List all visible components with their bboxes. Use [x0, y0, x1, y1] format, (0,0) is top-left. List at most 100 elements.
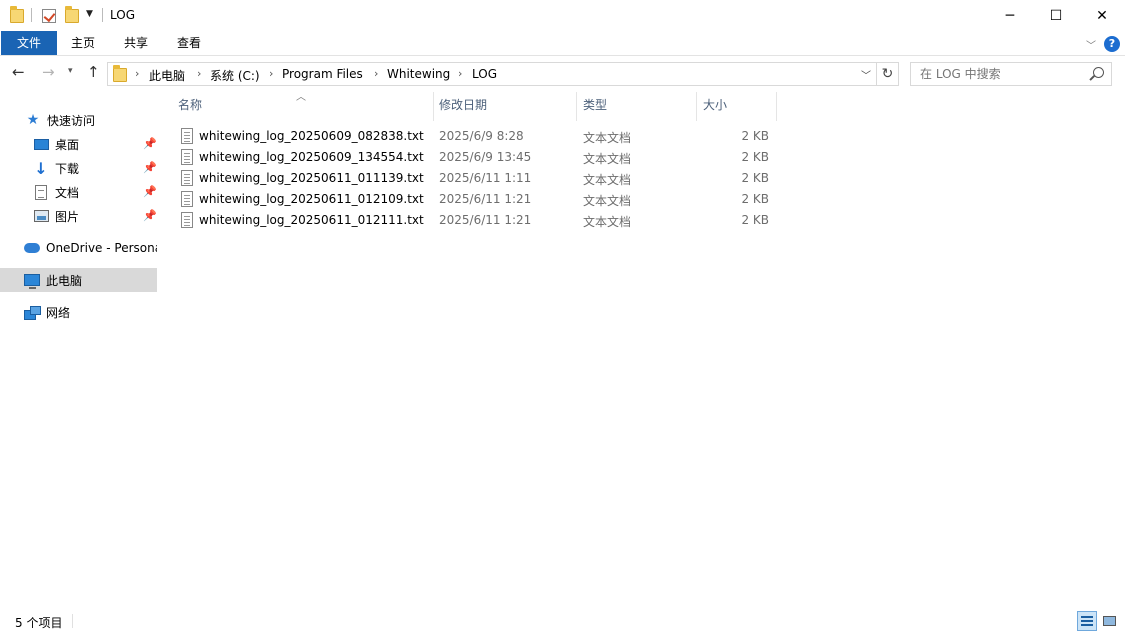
column-header-name[interactable]: 名称 — [171, 90, 433, 121]
customize-toolbar-icon[interactable]: ▼ — [86, 9, 93, 19]
text-file-icon — [181, 212, 193, 228]
table-row[interactable]: whitewing_log_20250609_134554.txt 2025/6… — [177, 147, 777, 168]
table-row[interactable]: whitewing_log_20250611_011139.txt 2025/6… — [177, 168, 777, 189]
file-type: 文本文档 — [583, 215, 632, 229]
sidebar-item-label: 图片 — [55, 209, 80, 224]
recent-locations-icon[interactable]: ▾ — [68, 66, 73, 76]
breadcrumb-system-c[interactable]: 系统 (C:) — [210, 67, 260, 84]
pin-icon[interactable]: 📌 — [143, 161, 157, 174]
file-size: 2 KB — [741, 129, 769, 143]
new-folder-icon[interactable] — [65, 6, 79, 26]
search-input[interactable] — [911, 63, 1087, 85]
window-title: LOG — [110, 8, 136, 22]
expand-ribbon-icon[interactable]: ﹀ — [1086, 37, 1096, 52]
address-bar[interactable]: › 此电脑 › 系统 (C:) › Program Files › Whitew… — [107, 62, 877, 86]
sidebar-item-label: 下载 — [55, 161, 80, 176]
sidebar-item-onedrive[interactable]: OneDrive - Personal — [0, 236, 157, 260]
table-row[interactable]: whitewing_log_20250611_012109.txt 2025/6… — [177, 189, 777, 210]
column-header-size[interactable]: 大小 — [696, 90, 776, 121]
chevron-right-icon[interactable]: › — [374, 67, 378, 80]
divider — [31, 8, 32, 22]
text-file-icon — [181, 149, 193, 165]
details-view-button[interactable] — [1077, 611, 1097, 631]
close-button[interactable]: ✕ — [1079, 0, 1125, 31]
file-size: 2 KB — [741, 213, 769, 227]
ribbon: 文件 主页 共享 查看 ﹀ ? — [0, 31, 1125, 56]
tab-file[interactable]: 文件 — [1, 31, 57, 55]
star-icon: ★ — [26, 112, 40, 128]
pin-icon[interactable]: 📌 — [143, 185, 157, 198]
file-type: 文本文档 — [583, 131, 632, 145]
table-row[interactable]: whitewing_log_20250611_012111.txt 2025/6… — [177, 210, 777, 231]
file-size: 2 KB — [741, 171, 769, 185]
breadcrumb-log[interactable]: LOG — [472, 67, 497, 81]
search-icon[interactable] — [1093, 67, 1104, 78]
picture-icon — [33, 208, 49, 224]
download-icon: ↓ — [34, 158, 48, 178]
status-bar: 5 个项目 — [0, 606, 1125, 634]
file-date: 2025/6/11 1:21 — [439, 213, 532, 227]
file-name[interactable]: whitewing_log_20250609_134554.txt — [199, 150, 424, 164]
help-icon[interactable]: ? — [1104, 36, 1120, 52]
sidebar-item-label: 此电脑 — [46, 273, 83, 288]
file-date: 2025/6/9 8:28 — [439, 129, 524, 143]
file-name[interactable]: whitewing_log_20250611_012111.txt — [199, 213, 424, 227]
forward-button[interactable]: → — [42, 63, 55, 81]
chevron-right-icon[interactable]: › — [458, 67, 462, 80]
divider — [102, 8, 103, 22]
file-size: 2 KB — [741, 192, 769, 206]
tab-share[interactable]: 共享 — [113, 31, 159, 55]
large-icons-view-icon — [1103, 616, 1116, 626]
file-type: 文本文档 — [583, 152, 632, 166]
up-button[interactable]: ↑ — [87, 63, 100, 81]
refresh-button[interactable]: ↻ — [877, 62, 899, 86]
sidebar-item-label: 桌面 — [55, 137, 80, 152]
sidebar-item-network[interactable]: 网络 — [0, 300, 157, 324]
computer-icon — [24, 272, 40, 289]
chevron-right-icon[interactable]: › — [269, 67, 273, 80]
desktop-icon — [33, 136, 49, 152]
tab-home[interactable]: 主页 — [60, 31, 106, 55]
sidebar-item-this-pc[interactable]: 此电脑 — [0, 268, 157, 292]
file-name[interactable]: whitewing_log_20250609_082838.txt — [199, 129, 424, 143]
search-box[interactable] — [910, 62, 1112, 86]
file-type: 文本文档 — [583, 194, 632, 208]
text-file-icon — [181, 170, 193, 186]
pin-icon[interactable]: 📌 — [143, 137, 157, 150]
text-file-icon — [181, 191, 193, 207]
divider — [72, 614, 73, 628]
sidebar-item-label: 文档 — [55, 185, 80, 200]
file-date: 2025/6/11 1:11 — [439, 171, 532, 185]
sidebar-item-documents[interactable]: 文档 📌 — [0, 180, 157, 204]
file-name[interactable]: whitewing_log_20250611_011139.txt — [199, 171, 424, 185]
column-header-type[interactable]: 类型 — [576, 90, 696, 121]
large-icons-view-button[interactable] — [1099, 611, 1119, 631]
chevron-right-icon[interactable]: › — [135, 67, 139, 80]
document-icon — [33, 184, 49, 200]
file-size: 2 KB — [741, 150, 769, 164]
network-icon — [24, 304, 41, 320]
back-button[interactable]: ← — [12, 63, 25, 81]
table-row[interactable]: whitewing_log_20250609_082838.txt 2025/6… — [177, 126, 777, 147]
file-name[interactable]: whitewing_log_20250611_012109.txt — [199, 192, 424, 206]
properties-icon[interactable] — [42, 6, 56, 26]
sidebar-item-desktop[interactable]: 桌面 📌 — [0, 132, 157, 156]
item-count: 5 个项目 — [15, 616, 63, 630]
minimize-button[interactable]: ─ — [987, 0, 1033, 31]
pin-icon[interactable]: 📌 — [143, 209, 157, 222]
file-list: ︿ 名称 修改日期 类型 大小 whitewing_log_20250609_0… — [160, 90, 1125, 606]
sidebar-item-downloads[interactable]: ↓ 下载 📌 — [0, 156, 157, 180]
sidebar-item-pictures[interactable]: 图片 📌 — [0, 204, 157, 228]
column-header-date[interactable]: 修改日期 — [432, 90, 576, 121]
breadcrumb-whitewing[interactable]: Whitewing — [387, 67, 450, 81]
chevron-down-icon[interactable]: ﹀ — [861, 67, 871, 82]
maximize-button[interactable]: ☐ — [1033, 0, 1079, 31]
column-divider[interactable] — [776, 92, 777, 121]
breadcrumb-this-pc[interactable]: 此电脑 — [149, 67, 185, 84]
chevron-right-icon[interactable]: › — [197, 67, 201, 80]
sidebar-item-quick-access[interactable]: ★ 快速访问 — [0, 108, 157, 132]
folder-icon — [10, 6, 24, 26]
tab-view[interactable]: 查看 — [166, 31, 212, 55]
file-type: 文本文档 — [583, 173, 632, 187]
breadcrumb-program-files[interactable]: Program Files — [282, 67, 363, 81]
